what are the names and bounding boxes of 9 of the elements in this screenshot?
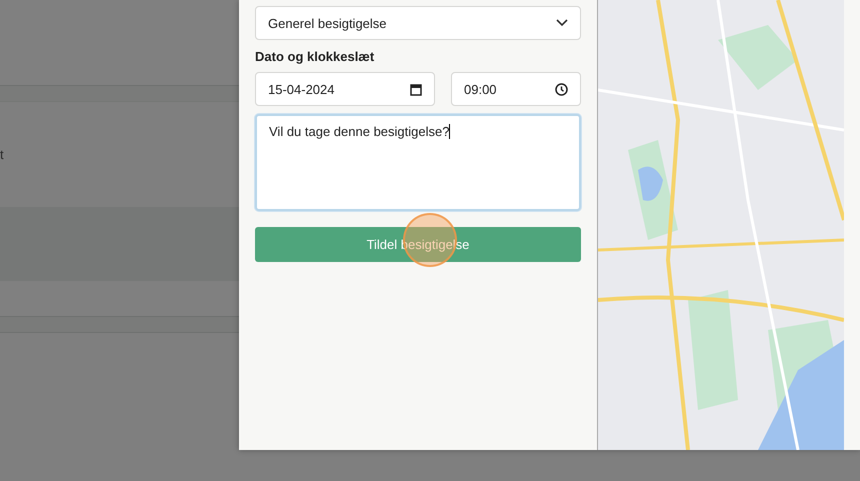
type-select[interactable]: Generel besigtigelse [255,6,581,40]
date-field[interactable]: 15-04-2024 [255,72,435,106]
field-label: Dato og klokkeslæt [255,49,376,64]
row-text: t [0,147,4,162]
calendar-icon[interactable] [410,82,422,96]
chevron-down-icon [556,19,568,27]
message-field[interactable]: Vil du tage denne besigtigelse? [255,114,581,211]
time-field[interactable]: 09:00 [451,72,581,106]
clock-icon[interactable] [555,82,568,96]
